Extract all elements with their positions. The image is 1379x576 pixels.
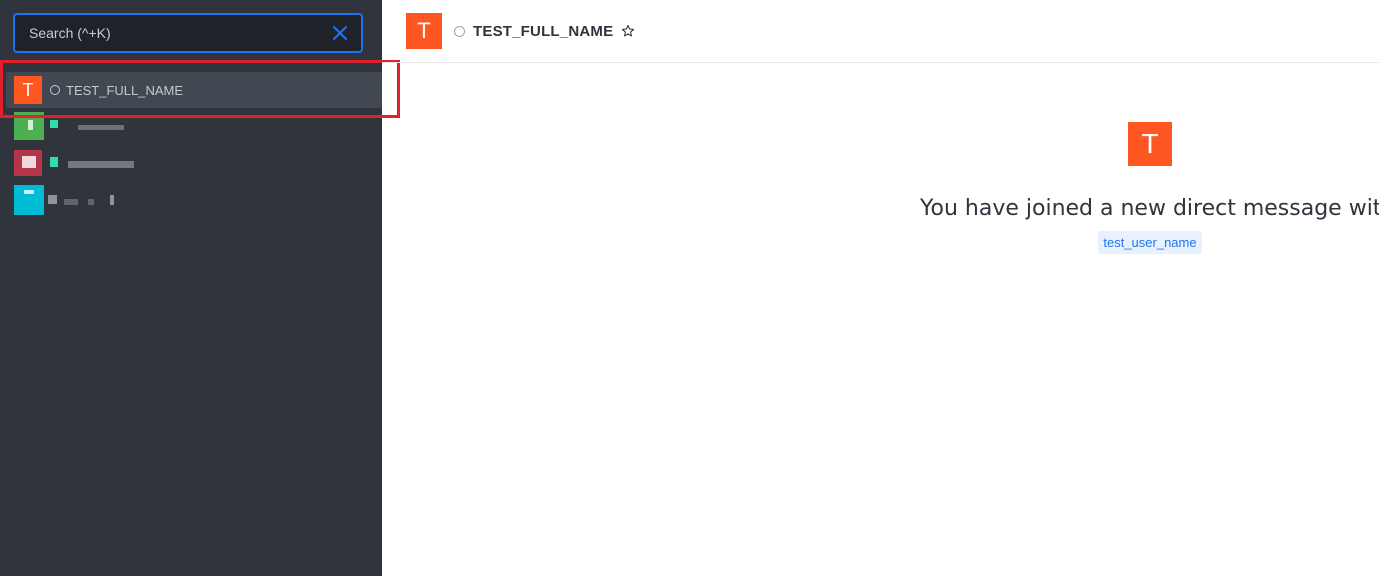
- welcome-message: You have joined a new direct message wit…: [920, 196, 1379, 221]
- room-title: TEST_FULL_NAME: [473, 22, 614, 40]
- user-mention-link[interactable]: test_user_name: [1098, 231, 1202, 254]
- list-item[interactable]: [6, 148, 382, 180]
- avatar: T: [406, 13, 442, 49]
- sidebar-item-test-full-name[interactable]: T TEST_FULL_NAME: [6, 72, 382, 108]
- close-icon[interactable]: [331, 24, 349, 42]
- status-offline-icon: [454, 25, 465, 37]
- status-online-icon: [50, 157, 58, 167]
- list-item[interactable]: [6, 184, 382, 216]
- search-input[interactable]: [29, 15, 319, 51]
- room-header: T TEST_FULL_NAME: [382, 0, 1379, 63]
- search-box[interactable]: [13, 13, 363, 53]
- status-online-icon: [50, 120, 58, 128]
- status-offline-icon: [50, 85, 60, 95]
- welcome-panel: T You have joined a new direct message w…: [920, 122, 1379, 254]
- list-item[interactable]: [6, 110, 382, 142]
- avatar: T: [14, 76, 42, 104]
- sidebar-item-label: TEST_FULL_NAME: [66, 82, 184, 98]
- star-icon[interactable]: [621, 24, 635, 38]
- avatar: T: [1128, 122, 1172, 166]
- sidebar: T TEST_FULL_NAME: [0, 0, 382, 576]
